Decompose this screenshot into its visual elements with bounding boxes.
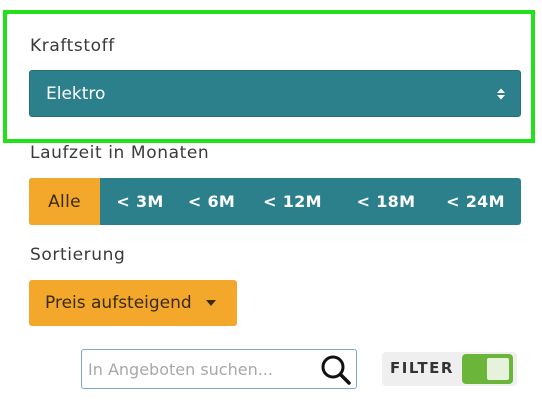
search-icon[interactable]: [320, 354, 352, 386]
filter-toggle[interactable]: FILTER: [382, 352, 517, 386]
fuel-select[interactable]: Elektro: [29, 70, 521, 117]
search-input[interactable]: [88, 350, 318, 388]
runtime-segmented-control: Alle < 3M < 6M < 12M < 18M < 24M: [29, 178, 521, 225]
runtime-option-24m[interactable]: < 24M: [430, 178, 521, 225]
switch-knob: [487, 358, 509, 380]
select-arrows-icon: [497, 88, 505, 99]
search-box: [81, 349, 357, 389]
runtime-option-12m[interactable]: < 12M: [243, 178, 342, 225]
caret-down-icon: [205, 300, 216, 306]
runtime-label: Laufzeit in Monaten: [30, 143, 210, 163]
runtime-option-alle[interactable]: Alle: [29, 178, 100, 225]
sort-label: Sortierung: [30, 245, 126, 265]
runtime-option-18m[interactable]: < 18M: [342, 178, 430, 225]
filter-label: FILTER: [390, 359, 454, 377]
runtime-option-3m[interactable]: < 3M: [100, 178, 180, 225]
sort-button-label: Preis aufsteigend: [45, 293, 192, 313]
filter-switch[interactable]: [462, 354, 513, 384]
runtime-option-6m[interactable]: < 6M: [180, 178, 243, 225]
fuel-selected-value: Elektro: [46, 83, 106, 104]
sort-dropdown-button[interactable]: Preis aufsteigend: [29, 280, 237, 326]
fuel-label: Kraftstoff: [30, 36, 115, 56]
